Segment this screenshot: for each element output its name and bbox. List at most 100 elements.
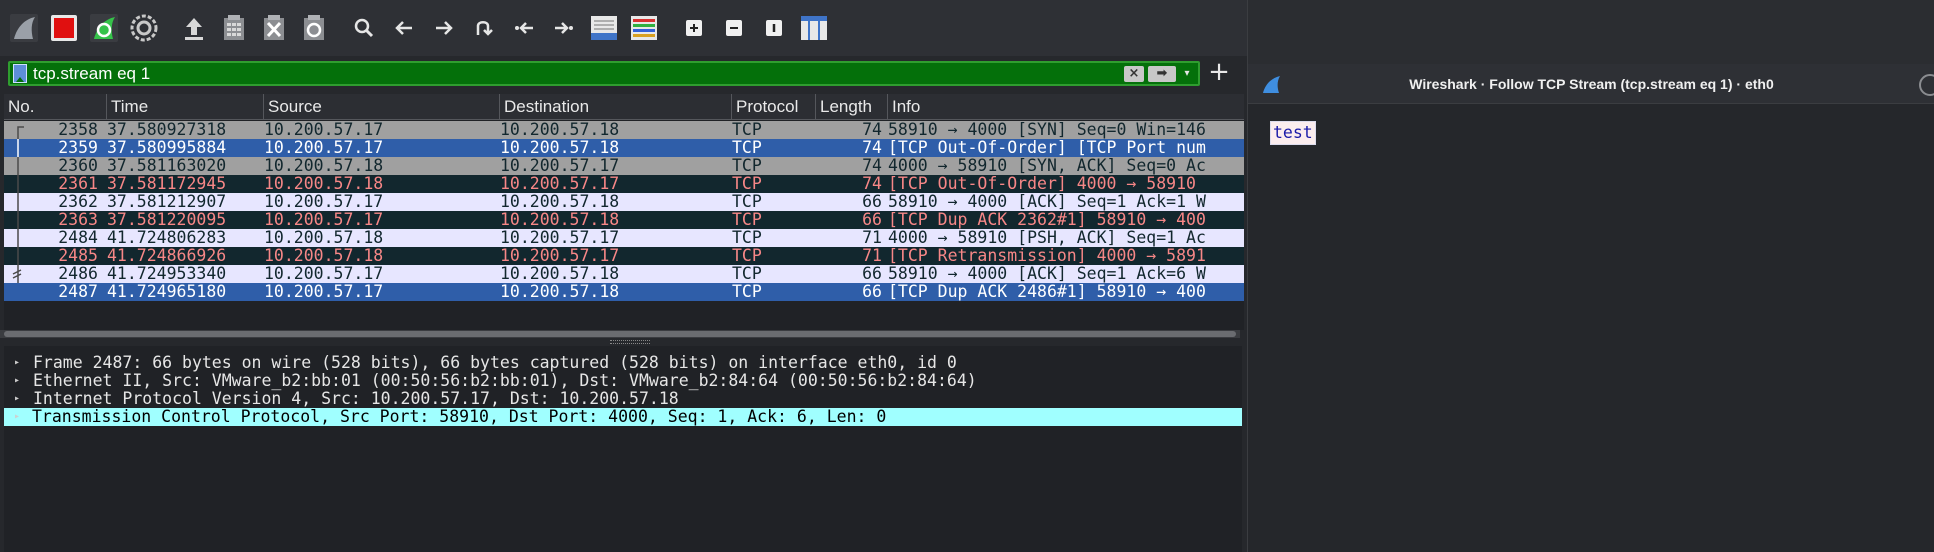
packet-row[interactable]: 2359 37.580995884 10.200.57.17 10.200.57.18…: [4, 139, 1244, 157]
packet-cell-no: 2487: [58, 283, 98, 301]
display-filter-input[interactable]: tcp.stream eq 1 × ➡ ▾: [8, 61, 1200, 86]
wireshark-logo-icon: [1263, 76, 1280, 93]
packet-row[interactable]: 2484 41.724806283 10.200.57.18 10.200.57.17…: [4, 229, 1244, 247]
conversation-tree-icon: [17, 126, 24, 139]
display-filter-text[interactable]: tcp.stream eq 1: [33, 64, 1124, 84]
packet-cell-proto: TCP: [732, 139, 762, 157]
detail-tree-item[interactable]: ▸ Frame 2487: 66 bytes on wire (528 bits)…: [4, 354, 1242, 372]
expand-arrow-icon[interactable]: ▸: [14, 408, 20, 426]
go-first-icon[interactable]: [508, 12, 540, 44]
conversation-tree-icon: [17, 193, 19, 211]
packet-cell-src: 10.200.57.18: [264, 229, 384, 247]
colorize-icon[interactable]: [628, 12, 660, 44]
main-toolbar: [0, 0, 1256, 56]
packet-cell-proto: TCP: [732, 157, 762, 175]
packet-cell-proto: TCP: [732, 121, 762, 139]
conversation-tree-icon: [17, 229, 19, 247]
packet-cell-time: 37.581220095: [107, 211, 227, 229]
packet-cell-src: 10.200.57.17: [264, 121, 384, 139]
column-header-no[interactable]: No.: [4, 94, 107, 120]
packet-row[interactable]: 2363 37.581220095 10.200.57.17 10.200.57.18…: [4, 211, 1244, 229]
window-close-icon[interactable]: [1919, 74, 1934, 96]
clear-filter-icon[interactable]: ×: [1124, 65, 1144, 82]
packet-list[interactable]: No. Time Source Destination Protocol Len…: [4, 94, 1244, 330]
packet-cell-info: 58910 → 4000 [SYN] Seq=0 Win=146: [888, 121, 1206, 139]
conversation-tree-icon: [17, 247, 19, 265]
pane-splitter-handle[interactable]: [610, 340, 650, 344]
stream-window-titlebar[interactable]: Wireshark · Follow TCP Stream (tcp.strea…: [1248, 64, 1934, 104]
zoom-in-icon[interactable]: [678, 12, 710, 44]
conversation-tree-icon: [17, 139, 19, 157]
auto-scroll-icon[interactable]: [588, 12, 620, 44]
reload-file-icon[interactable]: [298, 12, 330, 44]
packet-row[interactable]: 2360 37.581163020 10.200.57.18 10.200.57.17…: [4, 157, 1244, 175]
packet-row[interactable]: 2486 41.724953340 10.200.57.17 10.200.57.18…: [4, 265, 1244, 283]
column-header-info[interactable]: Info: [888, 94, 1244, 120]
packet-cell-info: [TCP Out-Of-Order] 4000 → 58910: [888, 175, 1196, 193]
go-to-packet-icon[interactable]: [468, 12, 500, 44]
packet-cell-src: 10.200.57.18: [264, 175, 384, 193]
packet-row[interactable]: 2487 41.724965180 10.200.57.17 10.200.57.18…: [4, 283, 1244, 301]
packet-cell-info: 4000 → 58910 [PSH, ACK] Seq=1 Ac: [888, 229, 1206, 247]
detail-tree-label: Frame 2487: 66 bytes on wire (528 bits),…: [33, 353, 957, 372]
open-file-icon[interactable]: [178, 12, 210, 44]
packet-cell-dst: 10.200.57.18: [500, 139, 620, 157]
packet-cell-src: 10.200.57.17: [264, 283, 384, 301]
column-header-time[interactable]: Time: [107, 94, 264, 120]
wireshark-main-window: tcp.stream eq 1 × ➡ ▾ + No. Time Source …: [0, 0, 1256, 552]
save-file-icon[interactable]: [218, 12, 250, 44]
detail-tree-item[interactable]: ▸ Internet Protocol Version 4, Src: 10.20…: [4, 390, 1242, 408]
conversation-tree-icon: [17, 175, 19, 193]
packet-cell-proto: TCP: [732, 283, 762, 301]
packet-row[interactable]: 2485 41.724866926 10.200.57.18 10.200.57.17…: [4, 247, 1244, 265]
packet-cell-len: 74: [862, 157, 882, 175]
packet-cell-len: 74: [862, 175, 882, 193]
stream-content-text[interactable]: test: [1270, 121, 1316, 145]
detail-tree-label: Transmission Control Protocol, Src Port:…: [32, 408, 1242, 426]
packet-cell-time: 37.580995884: [107, 139, 227, 157]
expand-arrow-icon[interactable]: ▸: [14, 354, 20, 372]
packet-cell-proto: TCP: [732, 175, 762, 193]
packet-cell-dst: 10.200.57.18: [500, 283, 620, 301]
column-header-destination[interactable]: Destination: [500, 94, 732, 120]
filter-bookmark-icon[interactable]: [13, 64, 27, 83]
expand-arrow-icon[interactable]: ▸: [14, 372, 20, 390]
detail-tree-item[interactable]: ▸ Ethernet II, Src: VMware_b2:bb:01 (00:5…: [4, 372, 1242, 390]
detail-tree-item[interactable]: ▸ Transmission Control Protocol, Src Port…: [4, 408, 1242, 426]
packet-row[interactable]: 2361 37.581172945 10.200.57.18 10.200.57.17…: [4, 175, 1244, 193]
packet-details-pane[interactable]: ▸ Frame 2487: 66 bytes on wire (528 bits)…: [4, 346, 1242, 552]
go-last-icon[interactable]: [548, 12, 580, 44]
go-back-icon[interactable]: [388, 12, 420, 44]
restart-capture-icon[interactable]: [88, 12, 120, 44]
shark-fin-start-icon[interactable]: [8, 12, 40, 44]
column-header-protocol[interactable]: Protocol: [732, 94, 816, 120]
packet-cell-info: 58910 → 4000 [ACK] Seq=1 Ack=6 W: [888, 265, 1206, 283]
zoom-out-icon[interactable]: [718, 12, 750, 44]
capture-options-icon[interactable]: [128, 12, 160, 44]
packet-cell-time: 41.724866926: [107, 247, 227, 265]
stream-content-area[interactable]: test: [1248, 105, 1934, 552]
go-forward-icon[interactable]: [428, 12, 460, 44]
packet-cell-time: 37.581172945: [107, 175, 227, 193]
packet-cell-time: 37.580927318: [107, 121, 227, 139]
column-header-source[interactable]: Source: [264, 94, 500, 120]
close-file-icon[interactable]: [258, 12, 290, 44]
add-filter-button[interactable]: +: [1204, 58, 1234, 88]
find-packet-icon[interactable]: [348, 12, 380, 44]
apply-filter-arrow-icon[interactable]: ➡: [1148, 65, 1176, 82]
packet-list-horizontal-scrollbar[interactable]: [0, 330, 1240, 338]
conversation-tree-icon: [12, 265, 22, 283]
normal-size-icon[interactable]: [758, 12, 790, 44]
expand-arrow-icon[interactable]: ▸: [14, 390, 20, 408]
stop-capture-icon[interactable]: [48, 12, 80, 44]
packet-cell-len: 71: [862, 247, 882, 265]
packet-row[interactable]: 2358 37.580927318 10.200.57.17 10.200.57.18…: [4, 121, 1244, 139]
packet-cell-info: [TCP Dup ACK 2486#1] 58910 → 400: [888, 283, 1206, 301]
resize-columns-icon[interactable]: [798, 12, 830, 44]
filter-history-dropdown-icon[interactable]: ▾: [1180, 68, 1194, 79]
column-header-length[interactable]: Length: [816, 94, 888, 120]
packet-row[interactable]: 2362 37.581212907 10.200.57.17 10.200.57.18…: [4, 193, 1244, 211]
packet-cell-time: 41.724965180: [107, 283, 227, 301]
stream-window-title: Wireshark · Follow TCP Stream (tcp.strea…: [1409, 76, 1774, 92]
packet-cell-len: 66: [862, 211, 882, 229]
